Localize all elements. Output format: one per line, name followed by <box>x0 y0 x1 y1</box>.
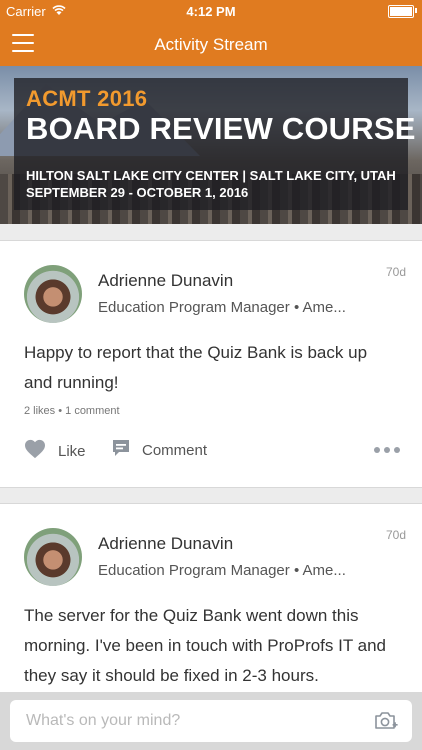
post-age: 70d <box>385 265 406 279</box>
banner-overlay: ACMT 2016 BOARD REVIEW COURSE HILTON SAL… <box>14 78 415 210</box>
post-body: Happy to report that the Quiz Bank is ba… <box>24 343 368 392</box>
heart-icon <box>24 439 46 463</box>
battery-tip <box>415 8 417 13</box>
composer-placeholder[interactable]: What's on your mind? <box>26 712 180 730</box>
post-stats[interactable]: 2 likes • 1 comment <box>24 405 120 417</box>
comment-button[interactable]: Comment <box>112 439 207 461</box>
banner-title: BOARD REVIEW COURSE <box>26 111 416 146</box>
post-card: Adrienne Dunavin Education Program Manag… <box>0 240 422 488</box>
camera-add-icon[interactable] <box>374 710 398 732</box>
post-author-role: Education Program Manager • Ame... <box>98 562 346 579</box>
status-composer[interactable]: What's on your mind? <box>10 700 412 742</box>
post-age: 70d <box>385 528 406 542</box>
banner-venue: HILTON SALT LAKE CITY CENTER | SALT LAKE… <box>26 168 396 183</box>
battery-icon <box>388 5 414 18</box>
avatar[interactable] <box>24 528 82 586</box>
nav-bar: Activity Stream <box>0 22 422 66</box>
banner-dates: SEPTEMBER 29 - OCTOBER 1, 2016 <box>26 185 249 200</box>
banner-year: ACMT 2016 <box>26 86 148 111</box>
post-author[interactable]: Adrienne Dunavin <box>98 534 233 554</box>
composer-bar: What's on your mind? <box>0 692 422 750</box>
comment-label: Comment <box>142 441 208 459</box>
status-bar: Carrier 4:12 PM <box>0 0 422 22</box>
more-dots-icon[interactable] <box>374 441 400 459</box>
avatar[interactable] <box>24 265 82 323</box>
like-label: Like <box>58 442 86 460</box>
comment-icon <box>112 439 130 461</box>
post-actions: Like Comment <box>24 439 400 463</box>
page-title: Activity Stream <box>154 35 268 54</box>
like-button[interactable]: Like <box>24 439 86 463</box>
post-author-role: Education Program Manager • Ame... <box>98 299 346 316</box>
post-body: The server for the Quiz Bank went down t… <box>24 606 387 685</box>
clock: 4:12 PM <box>186 4 236 19</box>
post-card: Adrienne Dunavin Education Program Manag… <box>0 503 422 705</box>
event-banner[interactable]: ACMT 2016 BOARD REVIEW COURSE HILTON SAL… <box>0 66 422 224</box>
post-author[interactable]: Adrienne Dunavin <box>98 271 233 291</box>
